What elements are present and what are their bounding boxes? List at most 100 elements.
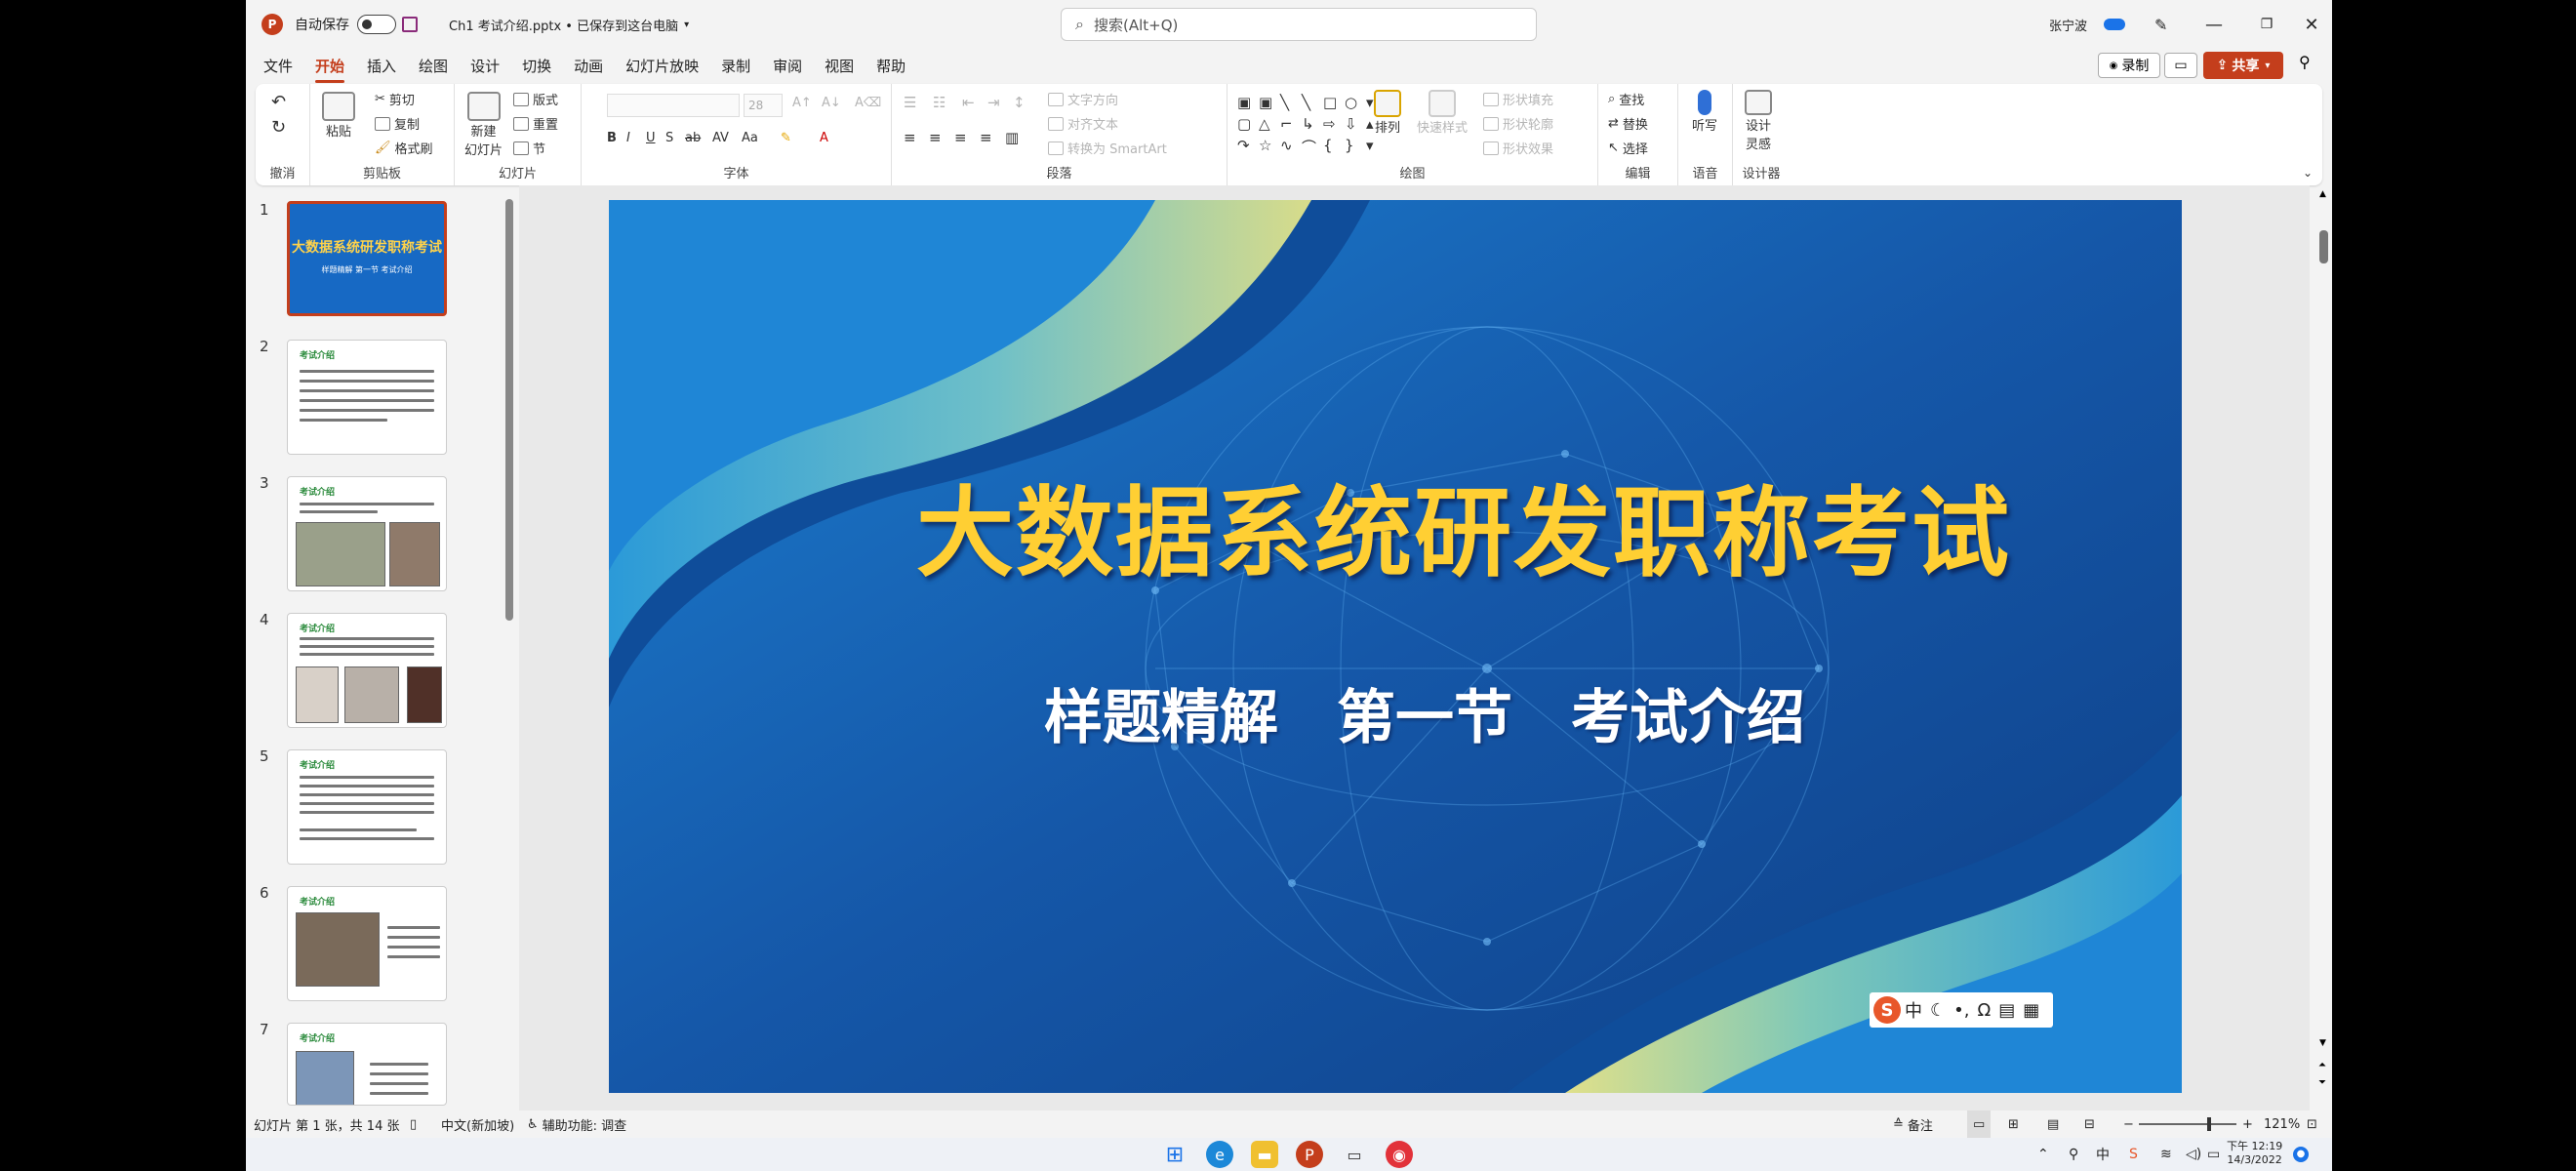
arrange-button[interactable]: 排列 bbox=[1374, 90, 1401, 136]
thumbnail-slide-7[interactable]: 考试介绍 bbox=[287, 1023, 447, 1106]
shape-fill-button[interactable]: 形状填充 bbox=[1483, 90, 1553, 108]
tab-review[interactable]: 审阅 bbox=[773, 56, 802, 76]
bullets-icon[interactable]: ☰ bbox=[904, 94, 916, 111]
connector-shape-icon[interactable]: ⌐ bbox=[1280, 115, 1298, 133]
tray-ime[interactable]: 中 bbox=[2096, 1138, 2110, 1171]
autosave-control[interactable]: 自动保存 关 bbox=[295, 0, 396, 49]
tab-design[interactable]: 设计 bbox=[470, 56, 500, 76]
collapse-ribbon-icon[interactable]: ⌄ bbox=[2303, 166, 2313, 180]
tab-help[interactable]: 帮助 bbox=[876, 56, 906, 76]
reset-button[interactable]: 重置 bbox=[513, 114, 558, 133]
line-shape-icon[interactable]: ╲ bbox=[1280, 94, 1298, 111]
curve-shape-icon[interactable]: ↷ bbox=[1237, 137, 1255, 157]
ime-toolbar[interactable]: S 中 ☾ •, Ω ▤ ▦ bbox=[1870, 992, 2053, 1028]
search-input[interactable]: ⌕ 搜索(Alt+Q) bbox=[1061, 8, 1537, 41]
layout-button[interactable]: 版式 bbox=[513, 90, 558, 108]
justify-icon[interactable]: ≡ bbox=[980, 129, 992, 146]
decrease-indent-icon[interactable]: ⇤ bbox=[962, 94, 975, 111]
char-spacing-icon[interactable]: AV bbox=[712, 131, 729, 145]
punctuation-icon[interactable]: •, bbox=[1953, 1000, 1969, 1021]
close-button[interactable]: ✕ bbox=[2285, 0, 2332, 49]
tab-transitions[interactable]: 切换 bbox=[522, 56, 551, 76]
scroll-up-icon[interactable]: ▲ bbox=[2319, 189, 2326, 199]
tab-view[interactable]: 视图 bbox=[825, 56, 854, 76]
video-call-icon[interactable]: ▭ bbox=[1341, 1141, 1368, 1168]
paste-button[interactable]: 粘贴 bbox=[322, 92, 355, 140]
smartart-button[interactable]: 转换为 SmartArt bbox=[1048, 139, 1167, 157]
rect-shape-icon[interactable]: □ bbox=[1323, 94, 1341, 111]
next-slide-icon[interactable]: ⏷ bbox=[2318, 1077, 2326, 1088]
find-button[interactable]: ⌕ 查找 bbox=[1608, 90, 1644, 108]
thumbnail-slide-3[interactable]: 考试介绍 bbox=[287, 476, 447, 591]
tray-wifi-icon[interactable]: ≋ bbox=[2160, 1138, 2172, 1171]
start-menu-icon[interactable]: ⊞ bbox=[1161, 1141, 1188, 1168]
design-ideas-button[interactable]: 设计 灵感 bbox=[1745, 90, 1772, 152]
thumbnail-slide-6[interactable]: 考试介绍 bbox=[287, 886, 447, 1001]
slide-sorter-icon[interactable]: ⊞ bbox=[2008, 1110, 2019, 1138]
thumbnail-slide-2[interactable]: 考试介绍 bbox=[287, 340, 447, 455]
grid-icon[interactable]: ▦ bbox=[2023, 1000, 2039, 1021]
oval-shape-icon[interactable]: ○ bbox=[1345, 94, 1362, 111]
user-name[interactable]: 张宁波 bbox=[2049, 0, 2087, 49]
undo-icon[interactable]: ↶ bbox=[271, 92, 286, 112]
tab-slideshow[interactable]: 幻灯片放映 bbox=[625, 56, 699, 76]
tab-animations[interactable]: 动画 bbox=[574, 56, 603, 76]
bold-button[interactable]: B bbox=[607, 131, 617, 145]
shape-effects-button[interactable]: 形状效果 bbox=[1483, 139, 1553, 157]
normal-view-icon[interactable]: ▭ bbox=[1967, 1110, 1992, 1138]
line-spacing-icon[interactable]: ↕ bbox=[1013, 94, 1026, 111]
accessibility-button[interactable]: ♿ 辅助功能: 调查 bbox=[527, 1110, 626, 1138]
arrow-down-shape-icon[interactable]: ⇩ bbox=[1345, 115, 1362, 133]
powerpoint-taskbar-icon[interactable]: P bbox=[1296, 1141, 1323, 1168]
thumbnail-slide-4[interactable]: 考试介绍 bbox=[287, 613, 447, 728]
cut-button[interactable]: ✂ 剪切 bbox=[375, 90, 415, 108]
select-button[interactable]: ↖ 选择 bbox=[1608, 139, 1648, 157]
replace-button[interactable]: ⇄ 替换 bbox=[1608, 114, 1648, 133]
tray-chevron-icon[interactable]: ⌃ bbox=[2037, 1138, 2049, 1171]
textbox-shape-icon[interactable]: ▣ bbox=[1237, 94, 1255, 111]
current-slide[interactable]: 大数据系统研发职称考试 样题精解 第一节 考试介绍 S 中 ☾ •, Ω ▤ ▦ bbox=[609, 200, 2182, 1093]
tab-file[interactable]: 文件 bbox=[263, 56, 293, 76]
columns-icon[interactable]: ▥ bbox=[1005, 129, 1019, 146]
star-shape-icon[interactable]: ☆ bbox=[1259, 137, 1276, 157]
freeform-shape-icon[interactable]: ∿ bbox=[1280, 137, 1298, 157]
expand-shape-icon[interactable]: ▾ bbox=[1366, 137, 1384, 157]
fit-slide-icon[interactable]: ⊡ bbox=[2307, 1110, 2317, 1138]
zoom-out-icon[interactable]: − bbox=[2123, 1110, 2134, 1138]
edge-browser-icon[interactable]: e bbox=[1206, 1141, 1233, 1168]
reading-view-icon[interactable]: ▤ bbox=[2047, 1110, 2059, 1138]
tab-home[interactable]: 开始 bbox=[315, 56, 345, 83]
shape-outline-button[interactable]: 形状轮廓 bbox=[1483, 114, 1553, 133]
numbering-icon[interactable]: ☷ bbox=[933, 94, 946, 111]
font-color-icon[interactable]: A bbox=[820, 131, 828, 145]
document-title[interactable]: Ch1 考试介绍.pptx • 已保存到这台电脑 ▾ bbox=[449, 0, 689, 49]
strikethrough-button[interactable]: ab bbox=[685, 131, 701, 145]
shadow-button[interactable]: S bbox=[665, 131, 673, 145]
arrow-right-shape-icon[interactable]: ⇨ bbox=[1323, 115, 1341, 133]
share-button[interactable]: ⇪ 共享 ▾ bbox=[2203, 52, 2283, 79]
headset-icon[interactable]: Ω bbox=[1977, 1000, 1991, 1021]
onedrive-cloud-icon[interactable] bbox=[2104, 0, 2125, 49]
slide-title[interactable]: 大数据系统研发职称考试 bbox=[609, 454, 2182, 595]
copy-button[interactable]: 复制 bbox=[375, 114, 420, 133]
increase-font-icon[interactable]: A↑ bbox=[792, 96, 812, 110]
scrollbar-thumb[interactable] bbox=[2319, 230, 2328, 263]
slide-subtitle[interactable]: 样题精解 第一节 考试介绍 bbox=[609, 670, 2182, 755]
new-slide-button[interactable]: 新建 幻灯片 bbox=[464, 92, 503, 158]
tray-mic-icon[interactable]: ⚲ bbox=[2069, 1138, 2078, 1171]
thumbnails-scrollbar[interactable] bbox=[505, 199, 513, 621]
keyboard-icon[interactable]: ▤ bbox=[1998, 1000, 2015, 1021]
zoom-slider[interactable] bbox=[2139, 1110, 2236, 1138]
decrease-font-icon[interactable]: A↓ bbox=[822, 96, 841, 110]
book-icon[interactable]: ▯ bbox=[410, 1110, 417, 1138]
file-explorer-icon[interactable]: ▬ bbox=[1251, 1141, 1278, 1168]
text-direction-button[interactable]: 文字方向 bbox=[1048, 90, 1118, 108]
dictate-button[interactable]: 听写 bbox=[1692, 90, 1717, 134]
square-shape-icon[interactable]: ▢ bbox=[1237, 115, 1255, 133]
prev-slide-icon[interactable]: ⏶ bbox=[2318, 1060, 2326, 1070]
save-icon[interactable] bbox=[402, 0, 418, 49]
increase-indent-icon[interactable]: ⇥ bbox=[987, 94, 1000, 111]
slideshow-icon[interactable]: ⊟ bbox=[2084, 1110, 2095, 1138]
thumbnail-slide-1[interactable]: 大数据系统研发职称考试 样题精解 第一节 考试介绍 bbox=[287, 201, 447, 316]
shapes-gallery[interactable]: ▣ ▣ ╲ ╲ □ ○ ▾ ▢ △ ⌐ ↳ ⇨ ⇩ ▴ ↷ ☆ ∿ ⌒{} ▾ bbox=[1237, 94, 1374, 157]
